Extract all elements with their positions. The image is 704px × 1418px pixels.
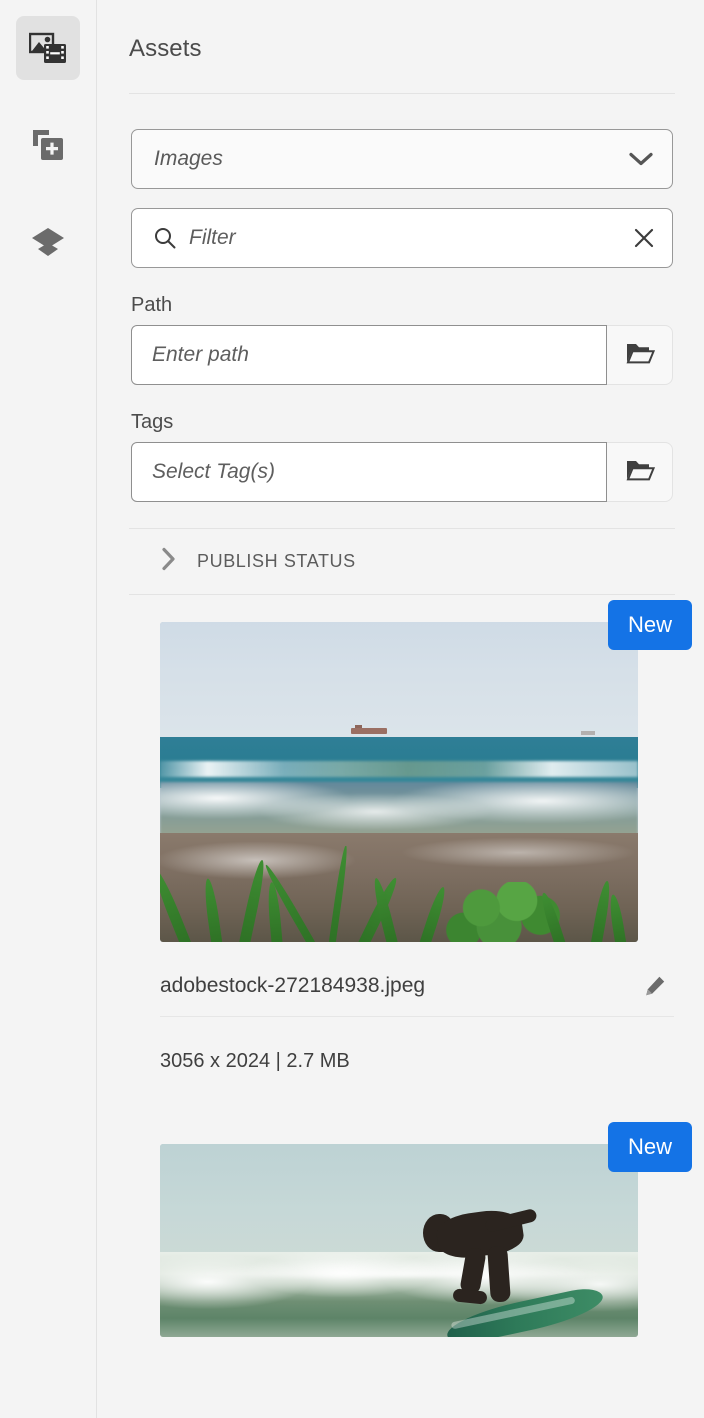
tags-input[interactable]: [131, 442, 607, 502]
filter-wrap: [129, 208, 675, 268]
folder-icon: [625, 340, 655, 371]
asset-metadata: 3056 x 2024 | 2.7 MB: [160, 1050, 350, 1072]
filter-input[interactable]: [189, 226, 621, 250]
assets-panel: Assets Images Filter Path Enter path Tag…: [97, 0, 704, 1418]
copy-add-icon: [31, 128, 65, 162]
asset-thumbnail-wrap: New: [129, 1122, 692, 1337]
filter-field[interactable]: [131, 208, 673, 268]
path-input[interactable]: [131, 325, 607, 385]
tags-field-row: [131, 442, 673, 502]
asset-filename: adobestock-272184938.jpeg: [160, 974, 426, 997]
folder-icon: [625, 457, 655, 488]
status-badge[interactable]: New: [607, 1122, 692, 1172]
asset-thumbnail[interactable]: [160, 622, 638, 942]
asset-card[interactable]: New: [129, 600, 692, 1073]
close-icon[interactable]: [633, 227, 655, 249]
path-browse-button[interactable]: [607, 325, 673, 385]
tags-label: Tags: [131, 411, 174, 433]
chevron-right-icon: [161, 546, 177, 577]
rail-item-layers[interactable]: [16, 210, 80, 274]
path-label: Path: [131, 294, 173, 316]
path-field-group: Path: [129, 293, 675, 385]
path-field-row: [131, 325, 673, 385]
asset-list: New adobestock-272184938.jpeg 3056 x 202…: [129, 600, 692, 1337]
rail-item-add-content[interactable]: [16, 113, 80, 177]
asset-type-select-wrap: Images: [129, 129, 675, 189]
asset-type-select-value: Images: [154, 147, 223, 170]
asset-thumbnail-wrap: New: [129, 600, 692, 942]
header-divider: [129, 93, 675, 94]
surfer-riding-wave-image: [160, 1144, 638, 1337]
asset-name-row: adobestock-272184938.jpeg: [160, 942, 674, 1017]
pencil-icon[interactable]: [644, 975, 674, 997]
rail-item-media-assets[interactable]: [16, 16, 80, 80]
asset-type-select[interactable]: Images: [131, 129, 673, 189]
chevron-down-icon: [628, 151, 654, 167]
image-video-icon: [29, 32, 67, 64]
layers-icon: [30, 226, 66, 258]
tags-browse-button[interactable]: [607, 442, 673, 502]
asset-thumbnail[interactable]: [160, 1144, 638, 1337]
search-icon: [153, 226, 177, 250]
status-badge[interactable]: New: [607, 600, 692, 650]
beach-ocean-image: [160, 622, 638, 942]
asset-card[interactable]: New: [129, 1122, 692, 1337]
page-title: Assets: [129, 35, 202, 62]
tags-field-group: Tags: [129, 410, 675, 502]
left-icon-rail: [0, 0, 97, 1418]
publish-status-label: PUBLISH STATUS: [197, 551, 356, 571]
assets-panel-window: Assets Images Filter Path Enter path Tag…: [0, 0, 704, 1418]
publish-status-accordion[interactable]: PUBLISH STATUS: [129, 529, 675, 594]
publish-status-bottom-divider: [129, 594, 675, 595]
